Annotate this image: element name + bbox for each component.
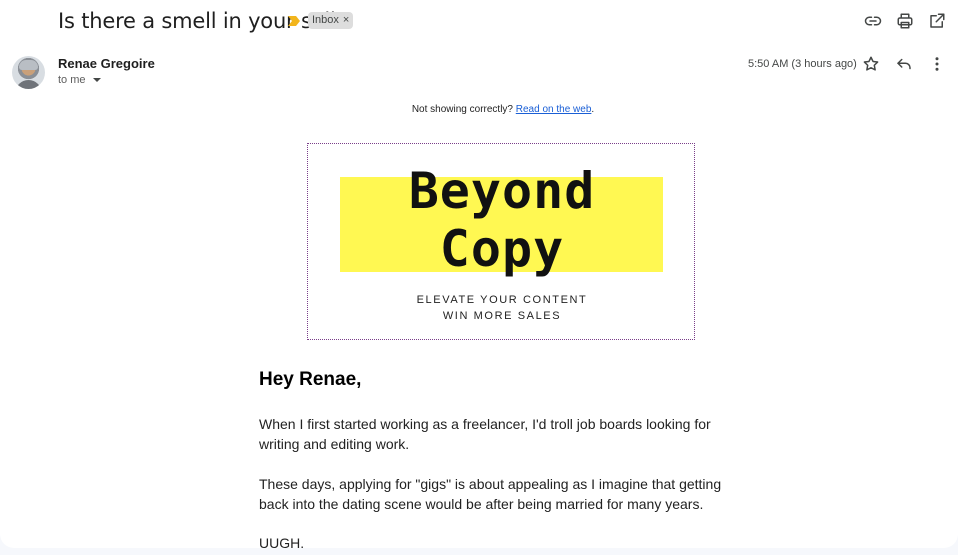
more-vert-icon: [935, 57, 939, 71]
print-icon: [897, 13, 913, 29]
remove-label-button[interactable]: ×: [343, 12, 349, 29]
chevron-down-icon: [92, 78, 101, 82]
importance-marker-icon[interactable]: [287, 15, 301, 27]
copy-link-button[interactable]: [862, 10, 884, 32]
body-paragraph: UUGH.: [259, 535, 305, 548]
notice-period: .: [591, 104, 595, 115]
body-paragraph: These days, applying for "gigs" is about…: [259, 476, 722, 512]
newsletter-banner[interactable]: Beyond Copy ELEVATE YOUR CONTENT WIN MOR…: [307, 143, 695, 340]
email-subject: Is there a smell in your sell?: [58, 9, 347, 33]
logo-line-copy: Copy: [439, 220, 565, 278]
more-options-button[interactable]: [926, 53, 948, 75]
print-button[interactable]: [894, 10, 916, 32]
sender-avatar[interactable]: [12, 56, 45, 89]
reply-icon: [897, 58, 911, 70]
open-in-new-window-button[interactable]: [926, 10, 948, 32]
banner-tagline-1: ELEVATE YOUR CONTENT: [416, 294, 588, 306]
read-on-web-link[interactable]: Read on the web: [516, 104, 592, 115]
star-icon: [863, 56, 879, 71]
email-greeting: Hey Renae,: [259, 369, 362, 390]
email-reading-pane: Is there a smell in your sell? Inbox × R…: [0, 0, 958, 548]
label-chip-text: Inbox: [312, 14, 339, 26]
view-online-notice: Not showing correctly? Read on the web.: [0, 104, 958, 115]
open-in-new-window-icon: [930, 13, 945, 28]
recipient-label: to me: [58, 74, 86, 86]
subject-actions: [862, 10, 948, 32]
banner-tagline-2: WIN MORE SALES: [442, 310, 562, 322]
subject-header: Is there a smell in your sell? Inbox ×: [0, 0, 958, 44]
reply-button[interactable]: [893, 53, 915, 75]
star-button[interactable]: [860, 53, 882, 75]
body-paragraph: When I first started working as a freela…: [259, 416, 711, 452]
email-timestamp: 5:50 AM (3 hours ago): [748, 58, 857, 70]
message-actions: [860, 53, 948, 75]
label-chip-inbox: Inbox ×: [308, 12, 354, 29]
recipient-details-toggle[interactable]: to me: [58, 74, 101, 86]
link-icon: [864, 16, 882, 26]
sender-name[interactable]: Renae Gregoire: [58, 56, 155, 71]
notice-text: Not showing correctly?: [411, 104, 513, 115]
logo-line-beyond: Beyond: [408, 162, 596, 220]
